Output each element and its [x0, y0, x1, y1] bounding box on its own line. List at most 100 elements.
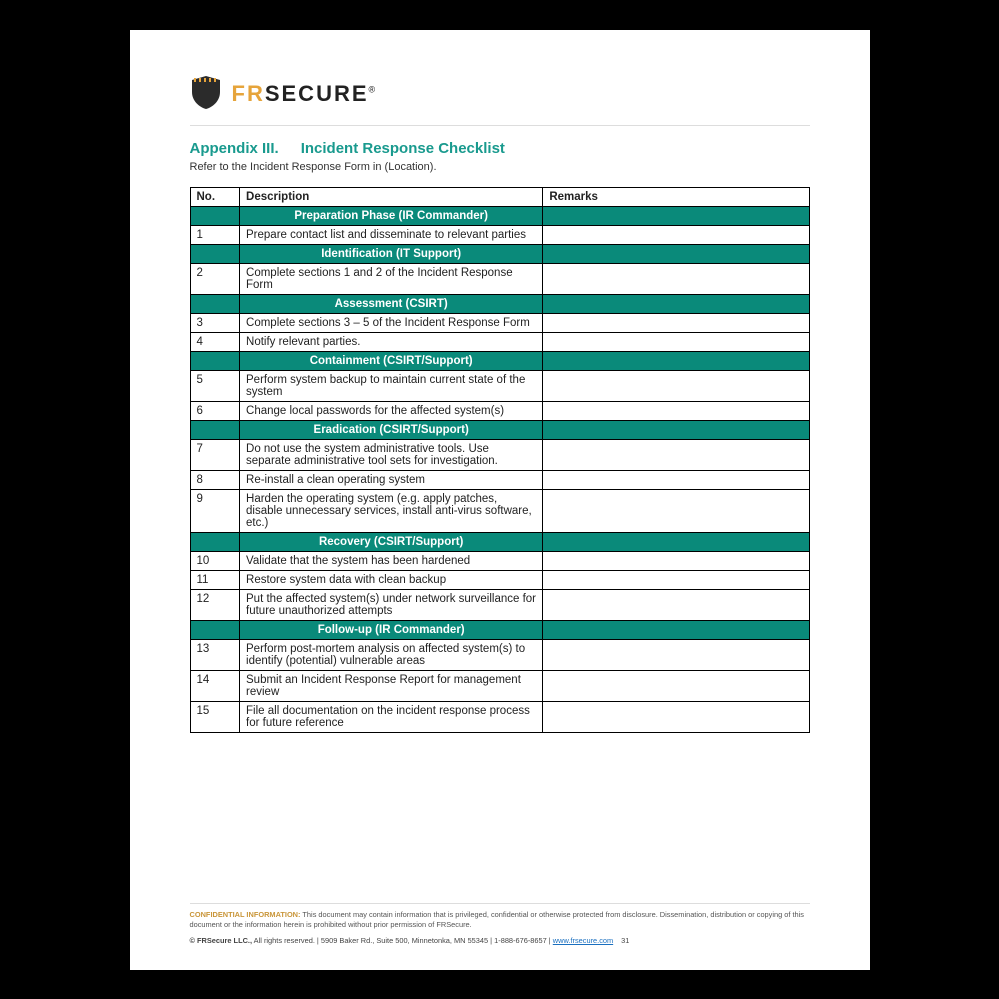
section-blank [190, 206, 240, 225]
cell-desc: Do not use the system administrative too… [240, 439, 543, 470]
cell-remarks [543, 332, 809, 351]
table-row: 2Complete sections 1 and 2 of the Incide… [190, 263, 809, 294]
cell-desc: Harden the operating system (e.g. apply … [240, 489, 543, 532]
cell-remarks [543, 670, 809, 701]
cell-remarks [543, 439, 809, 470]
col-desc: Description [240, 187, 543, 206]
table-row: 11Restore system data with clean backup [190, 570, 809, 589]
cell-desc: Notify relevant parties. [240, 332, 543, 351]
cell-no: 7 [190, 439, 240, 470]
section-blank [543, 420, 809, 439]
cell-no: 8 [190, 470, 240, 489]
table-row: 14Submit an Incident Response Report for… [190, 670, 809, 701]
table-row: 1Prepare contact list and disseminate to… [190, 225, 809, 244]
brand-header: FRSECURE® [190, 74, 810, 115]
footer-info-line: © FRSecure LLC., All rights reserved. | … [190, 936, 810, 946]
viewport: FRSECURE® Appendix III.Incident Response… [0, 0, 999, 999]
cell-remarks [543, 489, 809, 532]
table-row: 4Notify relevant parties. [190, 332, 809, 351]
section-row: Follow-up (IR Commander) [190, 620, 809, 639]
section-label: Identification (IT Support) [240, 244, 543, 263]
cell-no: 14 [190, 670, 240, 701]
section-blank [190, 620, 240, 639]
table-row: 8Re-install a clean operating system [190, 470, 809, 489]
cell-remarks [543, 589, 809, 620]
cell-no: 6 [190, 401, 240, 420]
appendix-subtext: Refer to the Incident Response Form in (… [190, 161, 810, 173]
cell-remarks [543, 551, 809, 570]
section-blank [543, 244, 809, 263]
cell-no: 5 [190, 370, 240, 401]
table-row: 10Validate that the system has been hard… [190, 551, 809, 570]
appendix-heading: Appendix III.Incident Response Checklist [190, 140, 810, 157]
section-blank [190, 294, 240, 313]
cell-no: 13 [190, 639, 240, 670]
section-row: Eradication (CSIRT/Support) [190, 420, 809, 439]
shield-icon [190, 74, 222, 115]
cell-desc: Perform system backup to maintain curren… [240, 370, 543, 401]
page-footer: CONFIDENTIAL INFORMATION: This document … [190, 903, 810, 946]
cell-remarks [543, 701, 809, 732]
brand-name-post: SECURE [265, 81, 369, 106]
brand-name-pre: FR [232, 81, 265, 106]
cell-remarks [543, 263, 809, 294]
cell-remarks [543, 470, 809, 489]
section-blank [190, 420, 240, 439]
confidentiality-notice: CONFIDENTIAL INFORMATION: This document … [190, 910, 810, 930]
footer-link[interactable]: www.frsecure.com [553, 936, 613, 945]
cell-remarks [543, 401, 809, 420]
table-row: 13Perform post-mortem analysis on affect… [190, 639, 809, 670]
table-row: 9Harden the operating system (e.g. apply… [190, 489, 809, 532]
cell-remarks [543, 225, 809, 244]
cell-no: 10 [190, 551, 240, 570]
footer-address: All rights reserved. | 5909 Baker Rd., S… [252, 936, 553, 945]
brand-registered: ® [369, 85, 376, 95]
cell-desc: Restore system data with clean backup [240, 570, 543, 589]
section-blank [543, 351, 809, 370]
brand-wordmark: FRSECURE® [232, 81, 376, 107]
cell-no: 2 [190, 263, 240, 294]
cell-desc: File all documentation on the incident r… [240, 701, 543, 732]
cell-desc: Complete sections 1 and 2 of the Inciden… [240, 263, 543, 294]
table-header-row: No. Description Remarks [190, 187, 809, 206]
table-body: Preparation Phase (IR Commander)1Prepare… [190, 206, 809, 732]
section-label: Eradication (CSIRT/Support) [240, 420, 543, 439]
cell-no: 15 [190, 701, 240, 732]
footer-divider [190, 903, 810, 904]
cell-no: 9 [190, 489, 240, 532]
section-row: Containment (CSIRT/Support) [190, 351, 809, 370]
cell-desc: Complete sections 3 – 5 of the Incident … [240, 313, 543, 332]
section-blank [543, 620, 809, 639]
section-row: Assessment (CSIRT) [190, 294, 809, 313]
section-row: Recovery (CSIRT/Support) [190, 532, 809, 551]
cell-remarks [543, 313, 809, 332]
col-remarks: Remarks [543, 187, 809, 206]
section-row: Preparation Phase (IR Commander) [190, 206, 809, 225]
section-label: Preparation Phase (IR Commander) [240, 206, 543, 225]
page-sheet: FRSECURE® Appendix III.Incident Response… [130, 30, 870, 970]
section-label: Containment (CSIRT/Support) [240, 351, 543, 370]
cell-desc: Prepare contact list and disseminate to … [240, 225, 543, 244]
cell-desc: Change local passwords for the affected … [240, 401, 543, 420]
cell-remarks [543, 639, 809, 670]
confidential-label: CONFIDENTIAL INFORMATION: [190, 910, 301, 919]
section-blank [190, 244, 240, 263]
page-content: FRSECURE® Appendix III.Incident Response… [130, 30, 870, 970]
section-blank [190, 351, 240, 370]
section-label: Assessment (CSIRT) [240, 294, 543, 313]
section-label: Follow-up (IR Commander) [240, 620, 543, 639]
cell-remarks [543, 570, 809, 589]
table-row: 6Change local passwords for the affected… [190, 401, 809, 420]
footer-copyright: © FRSecure LLC., [190, 936, 253, 945]
section-blank [543, 532, 809, 551]
checklist-table: No. Description Remarks Preparation Phas… [190, 187, 810, 733]
table-row: 7Do not use the system administrative to… [190, 439, 809, 470]
section-blank [543, 294, 809, 313]
section-blank [190, 532, 240, 551]
cell-desc: Perform post-mortem analysis on affected… [240, 639, 543, 670]
appendix-number: Appendix III. [190, 140, 279, 157]
cell-no: 3 [190, 313, 240, 332]
section-row: Identification (IT Support) [190, 244, 809, 263]
cell-desc: Validate that the system has been harden… [240, 551, 543, 570]
section-label: Recovery (CSIRT/Support) [240, 532, 543, 551]
